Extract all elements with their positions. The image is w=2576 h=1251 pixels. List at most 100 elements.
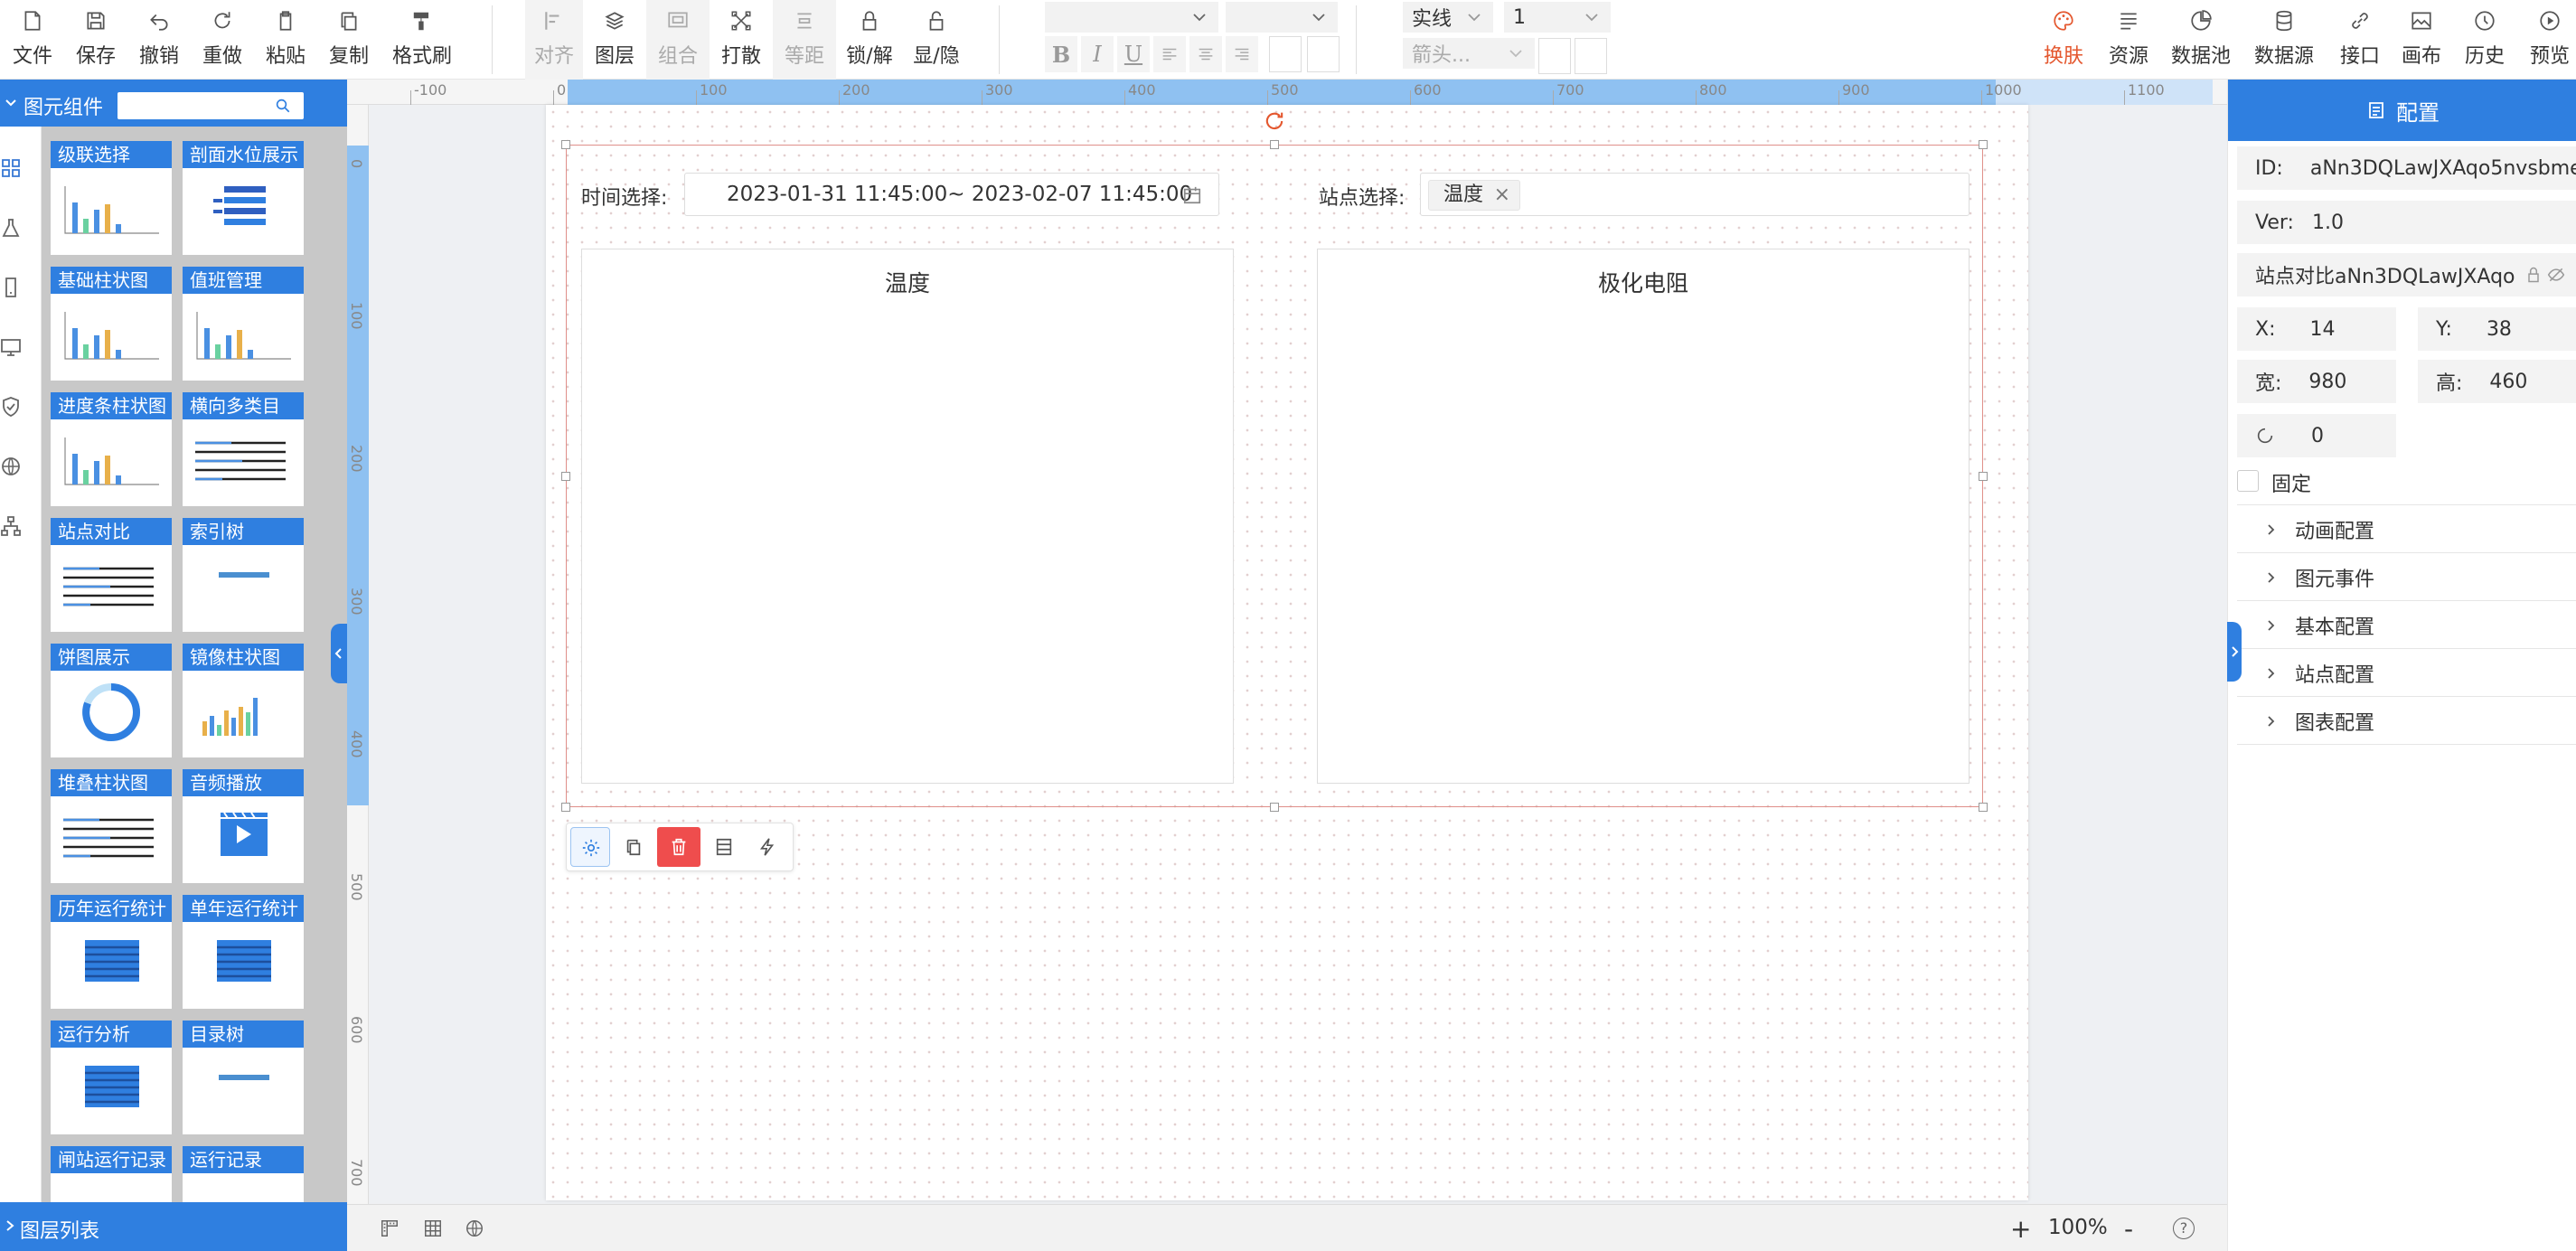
italic-button[interactable]: I [1081, 36, 1114, 72]
flask-icon[interactable] [0, 217, 22, 239]
event-button[interactable] [747, 827, 787, 867]
config-section-5[interactable]: 图表配置 [2237, 698, 2576, 745]
undo-button[interactable]: 撤销 [139, 0, 179, 80]
ruler-icon[interactable] [380, 1218, 400, 1238]
data-pool-button[interactable]: 数据池 [2169, 0, 2233, 80]
collapse-right-handle[interactable] [2227, 622, 2242, 682]
collapse-left-handle[interactable] [331, 624, 347, 683]
component-card[interactable]: 历年运行统计 [51, 895, 172, 1009]
canvas-button[interactable]: 画布 [2397, 0, 2446, 80]
line-width-select[interactable]: 1 [1504, 2, 1611, 33]
width-field[interactable]: 宽: 980 [2237, 360, 2396, 403]
rotate-handle-icon[interactable] [1262, 108, 1287, 134]
chevron-down-icon[interactable] [4, 96, 18, 110]
format-brush-button[interactable]: 格式刷 [392, 0, 452, 80]
component-card[interactable]: 值班管理 [183, 267, 304, 381]
datetime-range-input[interactable]: 2023-01-31 11:45:00~ 2023-02-07 11:45:00 [684, 173, 1219, 216]
component-card[interactable]: 单年运行统计 [183, 895, 304, 1009]
group-button[interactable]: 组合 [646, 0, 710, 80]
component-card[interactable]: 剖面水位展示 [183, 141, 304, 255]
save-button[interactable]: 保存 [76, 0, 116, 80]
duplicate-button[interactable] [614, 827, 653, 867]
x-field[interactable]: X: 14 [2237, 307, 2396, 351]
bold-button[interactable]: B [1045, 36, 1077, 72]
line-color-picker[interactable] [1538, 38, 1571, 74]
component-card[interactable]: 目录树 [183, 1021, 304, 1134]
monitor-icon[interactable] [0, 336, 22, 358]
component-card[interactable]: 索引树 [183, 518, 304, 632]
ver-value[interactable]: 1.0 [2312, 212, 2344, 234]
mobile-icon[interactable] [0, 277, 22, 298]
align-center-button[interactable] [1189, 36, 1222, 72]
config-section-3[interactable]: 基本配置 [2237, 602, 2576, 649]
component-card[interactable]: 堆叠柱状图 [51, 769, 172, 883]
config-section-1[interactable]: 动画配置 [2237, 506, 2576, 553]
component-card[interactable]: 饼图展示 [51, 644, 172, 757]
calendar-icon[interactable] [1182, 185, 1202, 205]
height-field[interactable]: 高: 460 [2418, 360, 2576, 403]
align-button[interactable]: 对齐 [525, 0, 583, 80]
resize-handle[interactable] [1270, 803, 1279, 812]
eye-off-icon[interactable] [2546, 266, 2566, 284]
globe-icon[interactable] [465, 1218, 484, 1238]
zoom-in-button[interactable]: + [2010, 1214, 2031, 1244]
component-card[interactable]: 级联选择 [51, 141, 172, 255]
component-card[interactable]: 镜像柱状图 [183, 644, 304, 757]
font-size-select[interactable] [1226, 2, 1338, 33]
resize-handle[interactable] [1979, 803, 1988, 812]
name-input[interactable]: 站点对比aNn3DQLawJXAqo [2237, 253, 2576, 296]
component-card[interactable]: 音频播放 [183, 769, 304, 883]
rotation-field[interactable]: 0 [2237, 414, 2396, 457]
resize-handle[interactable] [561, 140, 570, 149]
data-source-button[interactable]: 数据源 [2252, 0, 2316, 80]
component-card[interactable]: 闸站运行记录 [51, 1146, 172, 1202]
component-card[interactable]: 运行记录 [183, 1146, 304, 1202]
skin-button[interactable]: 换肤 [2039, 0, 2088, 80]
station-select-input[interactable]: 温度 × [1420, 173, 1970, 216]
search-icon[interactable] [275, 98, 291, 114]
resize-handle[interactable] [1270, 140, 1279, 149]
globe-icon[interactable] [0, 456, 22, 477]
settings-button[interactable] [570, 827, 610, 867]
arrow-select[interactable]: 箭头... [1403, 38, 1535, 69]
selected-widget[interactable]: 时间选择: 2023-01-31 11:45:00~ 2023-02-07 11… [566, 145, 1983, 807]
copy-button[interactable]: 复制 [329, 0, 369, 80]
delete-button[interactable] [657, 827, 700, 867]
redo-button[interactable]: 重做 [202, 0, 242, 80]
background-color-picker[interactable] [1307, 36, 1340, 72]
interface-button[interactable]: 接口 [2336, 0, 2384, 80]
equal-spacing-button[interactable]: 等距 [773, 0, 836, 80]
history-button[interactable]: 历史 [2460, 0, 2509, 80]
config-section-4[interactable]: 站点配置 [2237, 650, 2576, 697]
zoom-out-button[interactable]: - [2124, 1214, 2133, 1244]
layer-list-bar[interactable]: 图层列表 [0, 1202, 347, 1251]
lock-icon[interactable] [2524, 266, 2543, 284]
layer-button[interactable]: 图层 [583, 0, 646, 80]
file-button[interactable]: 文件 [13, 0, 52, 80]
component-card[interactable]: 站点对比 [51, 518, 172, 632]
align-left-button[interactable] [1153, 36, 1186, 72]
component-card[interactable]: 进度条柱状图 [51, 392, 172, 506]
resize-handle[interactable] [561, 803, 570, 812]
underline-button[interactable]: U [1117, 36, 1150, 72]
org-chart-icon[interactable] [0, 515, 22, 537]
component-card[interactable]: 基础柱状图 [51, 267, 172, 381]
help-icon[interactable]: ? [2173, 1218, 2195, 1239]
lock-unlock-button[interactable]: 锁/解 [836, 0, 903, 80]
component-card[interactable]: 运行分析 [51, 1021, 172, 1134]
show-hide-button[interactable]: 显/隐 [903, 0, 970, 80]
tag-close-icon[interactable]: × [1494, 181, 1510, 210]
resize-handle[interactable] [1979, 140, 1988, 149]
y-field[interactable]: Y: 38 [2418, 307, 2576, 351]
resize-handle[interactable] [1979, 472, 1988, 481]
resources-button[interactable]: 资源 [2104, 0, 2153, 80]
preview-button[interactable]: 预览 [2525, 0, 2574, 80]
paste-button[interactable]: 粘贴 [266, 0, 306, 80]
component-search-input[interactable] [118, 92, 304, 119]
ungroup-button[interactable]: 打散 [710, 0, 773, 80]
align-right-button[interactable] [1226, 36, 1258, 72]
grid-icon[interactable] [0, 157, 22, 179]
fixed-checkbox[interactable] [2237, 470, 2259, 492]
data-table-button[interactable] [704, 827, 744, 867]
fill-color-picker[interactable] [1575, 38, 1607, 74]
